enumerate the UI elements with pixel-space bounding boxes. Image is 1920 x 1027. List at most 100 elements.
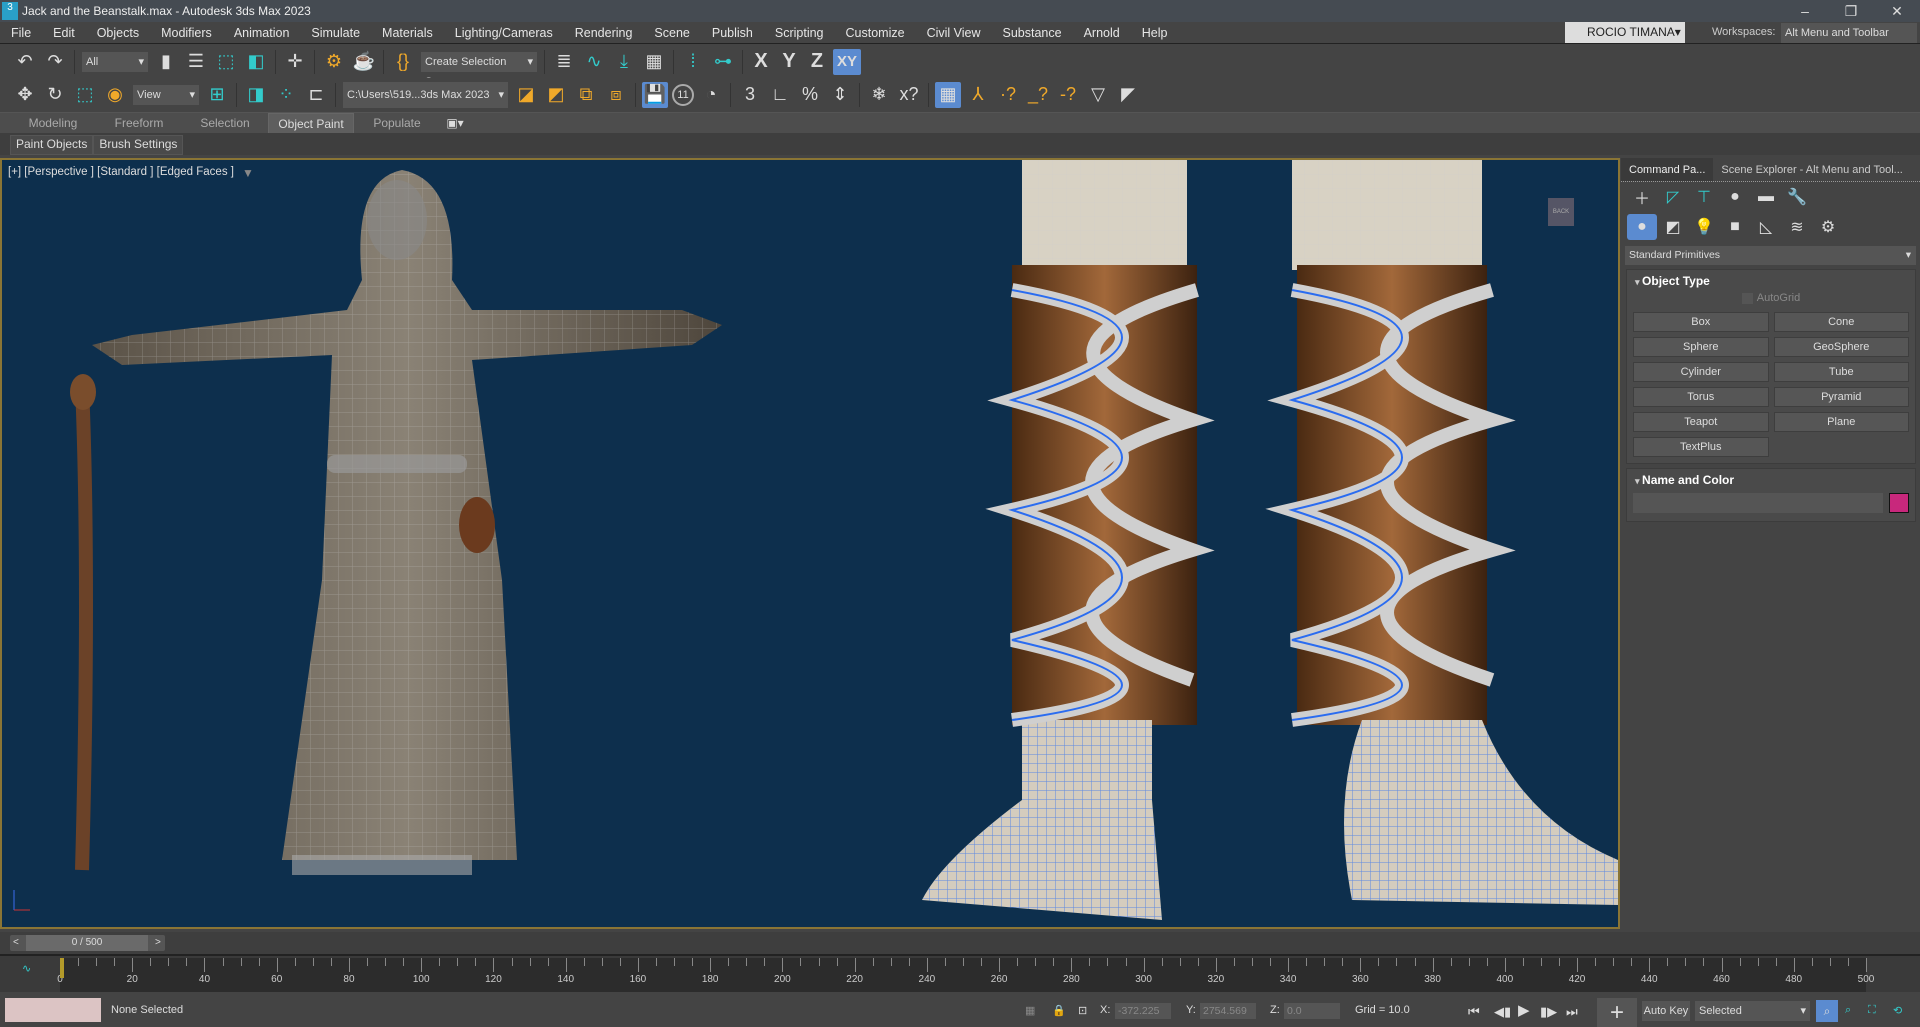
time-slider-bar[interactable]: < 0 / 500 > [10, 935, 165, 951]
go-to-start-icon[interactable]: ⏮ [1468, 1004, 1480, 1020]
box-button[interactable]: Box [1633, 312, 1769, 332]
maximize-button[interactable]: ❐ [1828, 0, 1874, 22]
textplus-button[interactable]: TextPlus [1633, 437, 1769, 457]
geosphere-button[interactable]: GeoSphere [1773, 337, 1909, 357]
subtab-brush-settings[interactable]: Brush Settings [93, 135, 184, 155]
menu-arnold[interactable]: Arnold [1073, 26, 1131, 40]
bind-spacewarp-icon[interactable]: ⧉ [573, 82, 599, 108]
measure-icon[interactable]: ⊶ [710, 49, 736, 75]
helpers-icon[interactable]: ◺ [1751, 214, 1781, 240]
next-key-icon[interactable]: ▮▶ [1540, 1004, 1557, 1020]
tab-scene-explorer[interactable]: Scene Explorer - Alt Menu and Tool... [1713, 158, 1910, 181]
tube-button[interactable]: Tube [1773, 362, 1909, 382]
menu-scene[interactable]: Scene [643, 26, 700, 40]
zoom-all-icon[interactable]: ⌕ [1845, 1004, 1851, 1017]
menu-edit[interactable]: Edit [42, 26, 86, 40]
axis-z-button[interactable]: Z [803, 50, 831, 73]
cameras-icon[interactable]: ■ [1720, 214, 1750, 240]
menu-simulate[interactable]: Simulate [300, 26, 371, 40]
tab-selection[interactable]: Selection [182, 113, 268, 133]
face-snap-icon[interactable]: ▽ [1085, 82, 1111, 108]
material-editor-icon[interactable]: ▦ [641, 49, 667, 75]
axis-xy-button[interactable]: XY [833, 48, 861, 75]
shapes-icon[interactable]: ◩ [1658, 214, 1688, 240]
tab-freeform[interactable]: Freeform [96, 113, 182, 133]
object-color-swatch[interactable] [1889, 493, 1909, 513]
unlink-icon[interactable]: ◩ [543, 82, 569, 108]
align-icon[interactable]: ⁞ [680, 49, 706, 75]
zoom-icon[interactable]: ⌕ [1816, 1000, 1838, 1022]
frame-counter-icon[interactable]: 11 [672, 83, 694, 106]
lights-icon[interactable]: 💡 [1689, 214, 1719, 240]
workspaces-dropdown[interactable]: Alt Menu and Toolbar [1781, 23, 1917, 43]
perspective-viewport[interactable]: [+] [Perspective ] [Standard ] [Edged Fa… [0, 158, 1620, 929]
select-move-icon[interactable]: ✛ [282, 49, 308, 75]
plane-button[interactable]: Plane [1773, 412, 1909, 432]
snowflake-icon[interactable]: ❄ [866, 82, 892, 108]
geometry-icon[interactable]: ● [1627, 214, 1657, 240]
viewcube[interactable]: BACK [1548, 198, 1574, 226]
create-tab-icon[interactable]: ＋ [1627, 184, 1657, 210]
hierarchy-icon[interactable]: ⧈ [603, 82, 629, 108]
minimize-button[interactable]: – [1782, 0, 1828, 22]
next-frame-icon[interactable]: > [155, 935, 161, 951]
edge-snap-icon[interactable]: -? [1055, 82, 1081, 108]
play-icon[interactable]: ▶ [1518, 1001, 1530, 1019]
torus-button[interactable]: Torus [1633, 387, 1769, 407]
y-coordinate-field[interactable]: 2754.569 [1200, 1003, 1256, 1019]
select-object-icon[interactable]: ▮ [153, 49, 179, 75]
tab-populate[interactable]: Populate [354, 113, 440, 133]
selection-filter-dropdown[interactable]: All [82, 51, 148, 72]
layer-explorer-icon[interactable]: ≣ [551, 49, 577, 75]
time-config-icon[interactable]: ◔ [698, 82, 724, 108]
rotate-icon[interactable]: ↻ [42, 82, 68, 108]
menu-lighting-cameras[interactable]: Lighting/Cameras [444, 26, 564, 40]
viewport-label-menu[interactable]: [+] [Perspective ] [Standard ] [Edged Fa… [8, 166, 234, 178]
window-crossing-icon[interactable]: ◧ [243, 49, 269, 75]
track-bar[interactable]: ∿ 0 20 40 60 80 100 120 140 160 180 200 220 240 260 28… [0, 954, 1920, 992]
save-scene-icon[interactable]: 💾 [642, 81, 668, 108]
menu-file[interactable]: File [0, 26, 42, 40]
timeline-ruler[interactable]: 0 20 40 60 80 100 120 140 160 180 200 220 240 260 280 3… [57, 958, 1874, 992]
align-objects-icon[interactable]: ⊏ [303, 82, 329, 108]
go-to-end-icon[interactable]: ⏭ [1566, 1004, 1578, 1020]
current-frame-marker[interactable] [60, 958, 64, 978]
menu-modifiers[interactable]: Modifiers [150, 26, 223, 40]
zoom-extents-icon[interactable]: ⛶ [1868, 1004, 1876, 1017]
menu-substance[interactable]: Substance [992, 26, 1073, 40]
autogrid-checkbox[interactable]: AutoGrid [1631, 292, 1911, 304]
object-type-title[interactable]: Object Type [1631, 274, 1911, 288]
menu-customize[interactable]: Customize [835, 26, 916, 40]
vertex-snap-icon[interactable]: ⅄ [965, 82, 991, 108]
pivot-center-icon[interactable]: ⊞ [204, 82, 230, 108]
grid-snap-icon[interactable]: ▦ [935, 81, 961, 108]
maxscript-listener[interactable] [5, 998, 101, 1022]
pyramid-button[interactable]: Pyramid [1773, 387, 1909, 407]
redo-icon[interactable]: ↷ [42, 49, 68, 75]
cylinder-button[interactable]: Cylinder [1633, 362, 1769, 382]
display-tab-icon[interactable]: ▬ [1751, 184, 1781, 210]
pivot-snap-icon[interactable]: ◤ [1115, 82, 1141, 108]
scale-icon[interactable]: ⬚ [72, 82, 98, 108]
reference-coordinate-dropdown[interactable]: View [133, 84, 199, 105]
percent-snap-icon[interactable]: % [797, 82, 823, 108]
ribbon-options-icon[interactable]: ▣▾ [440, 113, 470, 133]
utilities-tab-icon[interactable]: 🔧 [1782, 184, 1812, 210]
menu-animation[interactable]: Animation [223, 26, 301, 40]
snaps-toggle-icon[interactable]: 3 [737, 82, 763, 108]
endpoint-snap-icon[interactable]: ·? [995, 82, 1021, 108]
dope-sheet-icon[interactable]: ⤓ [611, 49, 637, 75]
axis-y-button[interactable]: Y [775, 50, 803, 73]
object-category-dropdown[interactable]: Standard Primitives [1625, 246, 1916, 265]
z-coordinate-field[interactable]: 0.0 [1284, 1003, 1340, 1019]
curve-editor-mini-icon[interactable]: ∿ [22, 962, 31, 975]
axis-x-button[interactable]: X [747, 50, 775, 73]
menu-civil-view[interactable]: Civil View [916, 26, 992, 40]
motion-tab-icon[interactable]: ● [1720, 184, 1750, 210]
absolute-mode-icon[interactable]: ⊡ [1078, 1004, 1087, 1017]
user-account-button[interactable]: ROCIO TIMANA▾ [1565, 22, 1685, 43]
undo-icon[interactable]: ↶ [12, 49, 38, 75]
curve-editor-icon[interactable]: ∿ [581, 49, 607, 75]
close-button[interactable]: ✕ [1874, 0, 1920, 22]
tab-modeling[interactable]: Modeling [10, 113, 96, 133]
